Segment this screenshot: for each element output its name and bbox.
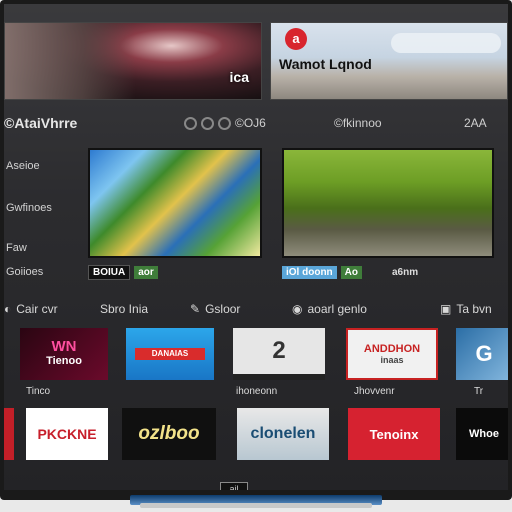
channel-name: PKCKNE <box>37 426 97 442</box>
featured-banner-left[interactable]: ica <box>4 22 262 100</box>
category-4[interactable]: ◉ aoarl genlo <box>292 302 367 316</box>
tile-b-caption-label: iOl doonn <box>282 266 337 279</box>
category-label: Cair cvr <box>16 302 58 316</box>
featured-banner-right[interactable]: a Wamot Lqnod <box>270 22 508 100</box>
sidebar-item-3[interactable]: Faw <box>6 242 27 254</box>
channel-tile-g[interactable]: G <box>456 328 508 380</box>
category-icon: ✎ <box>190 302 201 316</box>
channel-tile-edge[interactable] <box>4 408 14 460</box>
channel-tile-ozlboo[interactable]: ozlboo <box>122 408 216 460</box>
sidebar-item-2[interactable]: Gwfinoes <box>6 202 52 214</box>
category-5[interactable]: ▣ Ta bvn <box>440 302 492 316</box>
channel-name: Whoe <box>469 428 499 440</box>
category-1[interactable]: ◐ Cair cvr <box>4 302 58 316</box>
channel-sub: inaas <box>380 355 404 365</box>
category-icon: ◉ <box>292 302 303 316</box>
banner-left-logo: ica <box>229 69 249 85</box>
tile-b-caption: iOl doonn Ao a6nm <box>282 264 418 281</box>
channel-tile-grey[interactable]: 2 <box>233 328 325 380</box>
channel-tile-clonelen[interactable]: clonelen <box>237 408 329 460</box>
category-icon: ▣ <box>440 302 452 316</box>
channel-tile-tenoinx[interactable]: Tenoinx <box>348 408 440 460</box>
channel-name: ANDDHON <box>363 343 421 355</box>
banner-cloud-art <box>391 33 501 53</box>
channel-name: ozlboo <box>138 423 200 444</box>
channel-name: Tenoinx <box>369 426 419 442</box>
tile-b-caption-badge: Ao <box>340 266 362 279</box>
channel-tile-red[interactable]: ANDDHON inaas <box>346 328 438 380</box>
tv-screen: ica a Wamot Lqnod ©AtaiVhrre ©OJ6 ©fkinn… <box>4 4 508 490</box>
tile-b-caption-right: a6nm <box>392 267 419 278</box>
category-label: Ta bvn <box>456 302 492 316</box>
menu-dots-label: ©OJ6 <box>235 116 266 130</box>
category-label: aoarl genlo <box>307 302 367 316</box>
top-menu-row: ©AtaiVhrre ©OJ6 ©fkinnoo 2AA <box>4 112 508 134</box>
category-icon: ◐ <box>4 302 12 316</box>
tile-a-caption-label: BOIUA <box>88 265 131 280</box>
tv-stand-foot <box>140 503 372 508</box>
channel-label: Jhovvenr <box>354 386 395 397</box>
channel-logo-icon: G <box>475 341 493 366</box>
channel-tile-blue[interactable]: DANAIAS <box>126 328 214 380</box>
channel-tile-wn[interactable]: WN Tienoo <box>20 328 108 380</box>
video-tile-b[interactable] <box>282 148 494 258</box>
channel-name: clonelen <box>250 425 316 442</box>
video-tile-a[interactable] <box>88 148 262 258</box>
banner-right-headline: Wamot Lqnod <box>279 56 372 72</box>
sidebar-item-4[interactable]: Goiioes <box>6 266 43 278</box>
menu-dots[interactable]: ©OJ6 <box>184 116 266 130</box>
sidebar-item-1[interactable]: Aseioe <box>6 160 40 172</box>
channel-label: Tinco <box>26 386 51 397</box>
dots-icon <box>184 116 231 130</box>
category-3[interactable]: ✎ Gsloor <box>190 302 240 316</box>
channel-logo-icon: a <box>285 28 307 50</box>
banner-smoke-art <box>5 23 135 99</box>
category-label: Gsloor <box>205 302 241 316</box>
tile-a-caption: BOIUA aor <box>88 264 158 281</box>
menu-center[interactable]: ©fkinnoo <box>334 116 382 130</box>
menu-right[interactable]: 2AA <box>464 116 487 130</box>
category-2[interactable]: Sbro Inia <box>100 302 148 316</box>
menu-title[interactable]: ©AtaiVhrre <box>4 115 77 131</box>
channel-label: Tr <box>474 386 484 397</box>
channel-logo-icon: 2 <box>272 337 286 364</box>
channel-tile-whoe[interactable]: Whoe <box>456 408 508 460</box>
channel-name: WN <box>51 338 77 355</box>
channel-bar: DANAIAS <box>135 348 205 360</box>
channel-label: ihoneonn <box>236 386 278 397</box>
category-label: Sbro Inia <box>100 302 149 316</box>
tv-brand-badge: ail <box>220 482 248 490</box>
channel-sub: Tienoo <box>46 355 82 367</box>
channel-tile-pkckne[interactable]: PKCKNE <box>26 408 108 460</box>
tile-a-caption-badge: aor <box>134 266 158 279</box>
